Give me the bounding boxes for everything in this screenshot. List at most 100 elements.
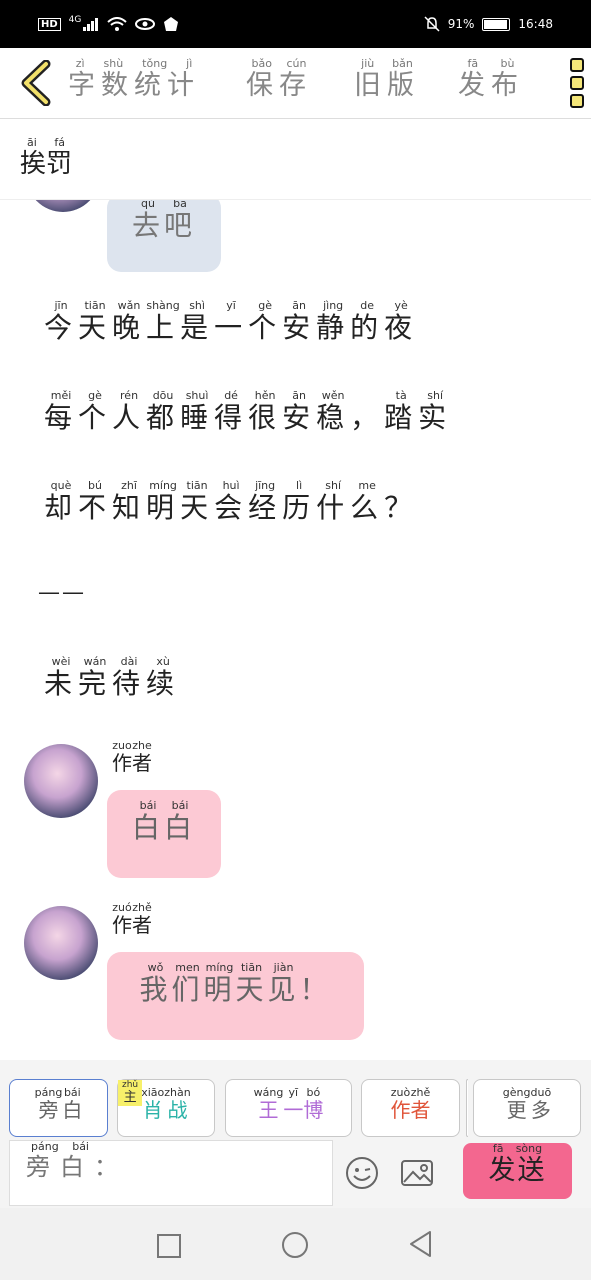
publish-pinyin: fā bù bbox=[458, 57, 524, 70]
narration-text: 却què不bú知zhī明míng天tiān会huì经jīng历lì什shí么me… bbox=[44, 479, 418, 526]
role-chip-divider bbox=[466, 1079, 468, 1137]
lead-role-badge-text: 主 bbox=[122, 1090, 139, 1105]
character: 实shí bbox=[418, 389, 453, 434]
input-panel: 旁páng白bái 主zhǔ 肖xiāo战zhàn 王wáng一yī博bó 作z… bbox=[0, 1060, 591, 1208]
recent-apps-icon[interactable] bbox=[157, 1234, 181, 1258]
author-name: 作zuo者zhe bbox=[112, 739, 152, 776]
character: 夜yè bbox=[384, 299, 419, 344]
character: 会huì bbox=[214, 479, 249, 524]
narration-line[interactable]: 未wèi完wán待dài续xù bbox=[44, 655, 181, 702]
narration-line[interactable]: 却què不bú知zhī明míng天tiān会huì经jīng历lì什shí么me… bbox=[44, 479, 418, 526]
send-button[interactable]: 发送fā sòng bbox=[463, 1142, 572, 1199]
role-chip-author[interactable]: 作zuò者zhě bbox=[361, 1079, 460, 1137]
character: 我wǒ bbox=[139, 961, 172, 1006]
network-indicator: 4G bbox=[68, 15, 82, 25]
pinyin: shí bbox=[316, 479, 351, 492]
publish-button[interactable]: 发布fā bù bbox=[458, 57, 524, 102]
author-name-text: 作zuó者zhě bbox=[112, 901, 152, 938]
character: 更gèng bbox=[502, 1086, 531, 1122]
message-bubble[interactable]: 我wǒ们men明míng天tiān见jiàn！ bbox=[107, 952, 364, 1040]
send-pinyin: fā sòng bbox=[488, 1142, 547, 1155]
role-chip-wang-yibo[interactable]: 王wáng一yī博bó bbox=[225, 1079, 352, 1137]
character: 历lì bbox=[282, 479, 317, 524]
narration-divider[interactable]: —— bbox=[38, 580, 86, 605]
character: 个gè bbox=[78, 389, 113, 434]
app-notification-icon bbox=[164, 17, 179, 31]
character: 白bái bbox=[164, 799, 197, 844]
back-nav-icon[interactable] bbox=[408, 1230, 434, 1258]
word-count-ruby: 字数统计zì shù tǒng jì bbox=[68, 57, 200, 101]
pinyin: xiāo bbox=[141, 1086, 165, 1099]
pinyin: shì bbox=[180, 299, 215, 312]
save-label: 保存 bbox=[246, 70, 312, 101]
story-content[interactable]: 去qù吧ba 今jīn天tiān晚wǎn上shàng是shì一yī个gè安ān静… bbox=[0, 200, 591, 1060]
input-role-prefix-text: 旁白 bbox=[26, 1153, 94, 1181]
message-bubble[interactable]: 白bái白bái bbox=[107, 790, 221, 878]
emoji-icon[interactable] bbox=[345, 1156, 379, 1190]
narration-text: 今jīn天tiān晚wǎn上shàng是shì一yī个gè安ān静jìng的de… bbox=[44, 299, 419, 346]
pinyin: de bbox=[350, 299, 385, 312]
character: 安ān bbox=[282, 389, 317, 434]
pinyin bbox=[384, 479, 418, 492]
pinyin: jīng bbox=[248, 479, 283, 492]
author-name: 作zuó者zhě bbox=[112, 901, 152, 938]
pinyin: yè bbox=[384, 299, 419, 312]
pinyin: bú bbox=[78, 479, 113, 492]
signal-icon bbox=[83, 18, 99, 31]
narration-line[interactable]: 今jīn天tiān晚wǎn上shàng是shì一yī个gè安ān静jìng的de… bbox=[44, 299, 419, 346]
save-button[interactable]: 保存bǎo cún bbox=[246, 57, 312, 102]
pinyin: zhě bbox=[132, 901, 152, 914]
character: 什shí bbox=[316, 479, 351, 524]
pinyin: tiān bbox=[180, 479, 215, 492]
pinyin: zhī bbox=[112, 479, 147, 492]
pinyin: zhe bbox=[132, 739, 152, 752]
character: 续xù bbox=[146, 655, 181, 700]
character: 者zhe bbox=[132, 739, 152, 775]
character: 很hěn bbox=[248, 389, 283, 434]
character: 待dài bbox=[112, 655, 147, 700]
pinyin: dōu bbox=[146, 389, 181, 402]
pinyin: zuo bbox=[112, 739, 132, 752]
character: 作zuò bbox=[390, 1086, 411, 1122]
avatar[interactable] bbox=[26, 200, 100, 212]
story-title-row[interactable]: 挨罚āi fá bbox=[0, 119, 591, 200]
more-menu-icon[interactable] bbox=[570, 58, 584, 112]
pinyin: jīn bbox=[44, 299, 78, 312]
pinyin: gè bbox=[248, 299, 283, 312]
role-chip-narrator[interactable]: 旁páng白bái bbox=[9, 1079, 108, 1137]
pinyin: yī bbox=[214, 299, 249, 312]
character: 却què bbox=[44, 479, 79, 524]
character: ？ bbox=[384, 491, 418, 524]
character: 白bái bbox=[131, 799, 164, 844]
character: 上shàng bbox=[146, 299, 181, 344]
pinyin: shuì bbox=[180, 389, 215, 402]
pinyin: zuó bbox=[112, 901, 132, 914]
role-chip-xiao-zhan[interactable]: 主zhǔ 肖xiāo战zhàn bbox=[117, 1079, 215, 1137]
character: 王wáng bbox=[253, 1086, 284, 1122]
character: 吧ba bbox=[164, 200, 196, 242]
more-roles-button[interactable]: 更gèng多duō bbox=[473, 1079, 581, 1137]
pinyin: lì bbox=[282, 479, 317, 492]
character: 白bái bbox=[62, 1086, 83, 1122]
story-title-pinyin: āi fá bbox=[20, 136, 72, 149]
word-count-button[interactable]: 字数统计zì shù tǒng jì bbox=[68, 57, 200, 102]
character: 知zhī bbox=[112, 479, 147, 524]
wifi-icon bbox=[107, 17, 128, 31]
avatar[interactable] bbox=[24, 906, 98, 980]
image-icon[interactable] bbox=[400, 1156, 434, 1190]
old-version-button[interactable]: 旧版jiù bǎn bbox=[354, 57, 420, 102]
system-navigation-bar bbox=[0, 1208, 591, 1280]
message-input[interactable]: 旁白páng bái： bbox=[9, 1140, 333, 1206]
character: ！ bbox=[300, 973, 332, 1006]
character: 一yī bbox=[283, 1086, 304, 1122]
word-count-pinyin: zì shù tǒng jì bbox=[68, 57, 200, 70]
back-icon[interactable] bbox=[18, 60, 52, 106]
eye-icon bbox=[135, 18, 156, 30]
message-bubble[interactable]: 去qù吧ba bbox=[107, 200, 221, 272]
avatar[interactable] bbox=[24, 744, 98, 818]
pinyin: men bbox=[171, 961, 204, 974]
pinyin: què bbox=[44, 479, 79, 492]
narration-line[interactable]: 每měi个gè人rén都dōu睡shuì得dé很hěn安ān稳wěn， 踏tà实… bbox=[44, 389, 453, 436]
character: 者zhě bbox=[410, 1086, 431, 1122]
home-icon[interactable] bbox=[282, 1232, 308, 1258]
